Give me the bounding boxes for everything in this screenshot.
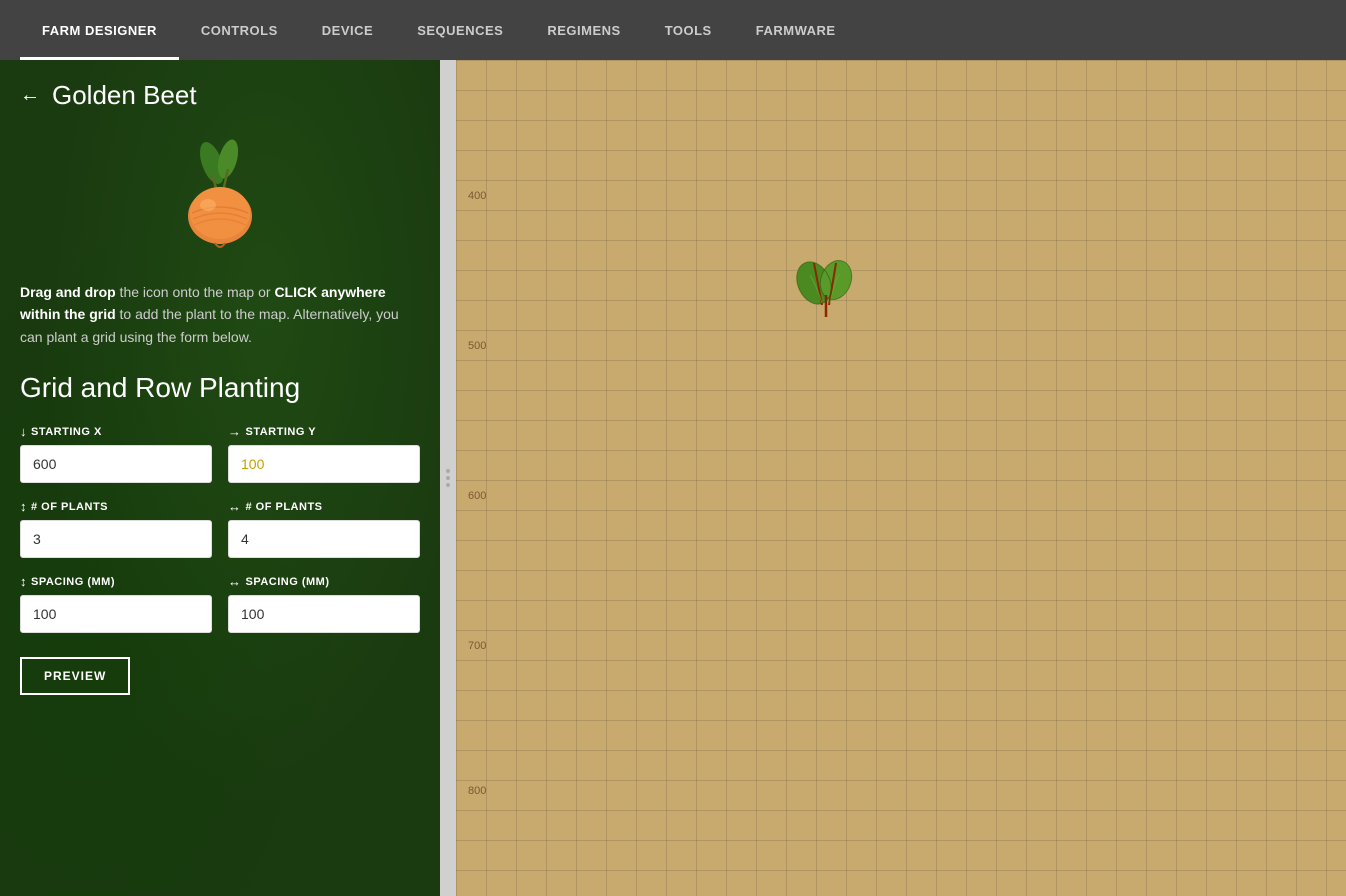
back-row: ← Golden Beet	[20, 80, 420, 111]
spacing-leftright-icon: ↔	[228, 574, 242, 589]
starting-y-input[interactable]	[228, 445, 420, 483]
starting-x-label: ↓ STARTING X	[20, 424, 212, 439]
nav-item-device[interactable]: DEVICE	[300, 0, 395, 60]
axis-label-400: 400	[468, 190, 486, 202]
nav-item-farm-designer[interactable]: FARM DESIGNER	[20, 0, 179, 60]
plants-y-input[interactable]	[228, 520, 420, 558]
resize-handle[interactable]	[440, 60, 456, 896]
nav-item-farmware[interactable]: FARMWARE	[734, 0, 858, 60]
right-arrow-icon: →	[228, 424, 242, 439]
resize-dot-3	[446, 483, 450, 487]
spacing-updown-icon: ↕	[20, 574, 27, 589]
page-title: Golden Beet	[52, 80, 197, 111]
starting-y-label: → STARTING Y	[228, 424, 420, 439]
updown-arrow-icon: ↕	[20, 499, 27, 514]
axis-label-500: 500	[468, 340, 486, 352]
beet-icon	[160, 131, 280, 261]
farm-map[interactable]: 400 500 600 700 800	[456, 60, 1346, 896]
section-title: Grid and Row Planting	[20, 372, 420, 404]
spacing-y-label: ↔ SPACING (MM)	[228, 574, 420, 589]
axis-label-600: 600	[468, 490, 486, 502]
nav-item-controls[interactable]: CONTROLS	[179, 0, 300, 60]
main-layout: ← Golden Beet	[0, 60, 1346, 896]
starting-x-input[interactable]	[20, 445, 212, 483]
left-panel: ← Golden Beet	[0, 60, 440, 896]
starting-y-group: → STARTING Y	[228, 424, 420, 483]
resize-dot-1	[446, 469, 450, 473]
nav-item-tools[interactable]: TOOLS	[643, 0, 734, 60]
spacing-x-input[interactable]	[20, 595, 212, 633]
resize-dots	[446, 469, 450, 487]
axis-label-800: 800	[468, 785, 486, 797]
spacing-x-group: ↕ SPACING (MM)	[20, 574, 212, 633]
plants-y-group: ↔ # OF PLANTS	[228, 499, 420, 558]
panel-content: ← Golden Beet	[0, 60, 440, 896]
resize-dot-2	[446, 476, 450, 480]
spacing-x-label: ↕ SPACING (MM)	[20, 574, 212, 589]
spacing-y-group: ↔ SPACING (MM)	[228, 574, 420, 633]
plants-x-group: ↕ # OF PLANTS	[20, 499, 212, 558]
back-button[interactable]: ←	[20, 84, 40, 107]
chard-plant-icon	[796, 255, 856, 320]
starting-x-group: ↓ STARTING X	[20, 424, 212, 483]
nav-item-sequences[interactable]: SEQUENCES	[395, 0, 525, 60]
map-plant[interactable]	[796, 255, 856, 315]
plant-icon-container[interactable]	[20, 131, 420, 261]
plants-x-label: ↕ # OF PLANTS	[20, 499, 212, 514]
nav-item-regimens[interactable]: REGIMENS	[525, 0, 642, 60]
down-arrow-icon: ↓	[20, 424, 27, 439]
leftright-arrow-icon: ↔	[228, 499, 242, 514]
map-grid	[456, 60, 1346, 896]
plants-y-label: ↔ # OF PLANTS	[228, 499, 420, 514]
preview-button[interactable]: PREVIEW	[20, 657, 130, 695]
plants-x-input[interactable]	[20, 520, 212, 558]
instruction-text: Drag and drop the icon onto the map or C…	[20, 281, 420, 348]
planting-form: ↓ STARTING X → STARTING Y ↕	[20, 424, 420, 633]
spacing-y-input[interactable]	[228, 595, 420, 633]
axis-label-700: 700	[468, 640, 486, 652]
top-navigation: FARM DESIGNER CONTROLS DEVICE SEQUENCES …	[0, 0, 1346, 60]
